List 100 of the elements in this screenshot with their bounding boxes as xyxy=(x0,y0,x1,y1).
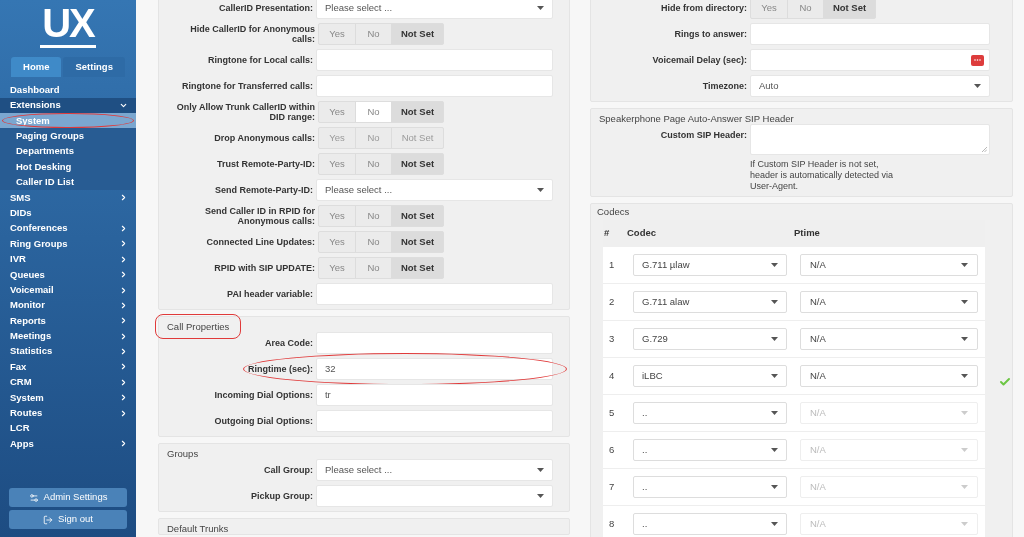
sidebar-tab[interactable]: Home xyxy=(11,57,62,78)
input-field[interactable]: tr xyxy=(316,384,553,406)
select-field[interactable]: Auto xyxy=(750,75,990,97)
toggle-option[interactable]: Not Set xyxy=(391,206,443,226)
input-field[interactable] xyxy=(316,332,553,354)
menu-item[interactable]: CRM xyxy=(0,374,136,391)
submenu-item[interactable]: Hot Desking xyxy=(0,159,136,175)
submenu-item[interactable]: Paging Groups xyxy=(0,128,136,144)
text-area[interactable] xyxy=(750,124,990,155)
codec-select[interactable]: .. xyxy=(633,439,787,461)
options-button[interactable] xyxy=(971,54,984,66)
section-title: Call Properties xyxy=(166,321,231,332)
menu-item[interactable]: Meetings xyxy=(0,328,136,344)
row-number: 2 xyxy=(608,294,616,309)
ptime-select[interactable]: N/A xyxy=(800,328,978,350)
chevron-right-icon xyxy=(119,439,128,449)
caret-icon xyxy=(771,337,778,341)
menu-item[interactable]: DIDs xyxy=(0,205,136,221)
select-field[interactable]: Please select ... xyxy=(316,179,553,201)
menu-item[interactable]: Extensions xyxy=(0,97,136,114)
caret-icon xyxy=(771,522,778,526)
codec-select[interactable]: iLBC xyxy=(633,365,787,387)
toggle-option[interactable]: Not Set xyxy=(391,232,443,252)
field-label: PAI header variable: xyxy=(226,289,313,299)
ptime-select[interactable]: N/A xyxy=(800,254,978,276)
sidebar-button[interactable]: Admin Settings xyxy=(9,488,127,507)
select-field[interactable]: Please select ... xyxy=(316,459,553,481)
input-field[interactable] xyxy=(316,49,553,71)
row-number: 1 xyxy=(608,257,616,272)
field-label: Ringtone for Local calls: xyxy=(206,55,313,65)
codec-select[interactable]: G.711 alaw xyxy=(633,291,787,313)
field-label: Outgoing Dial Options: xyxy=(213,416,313,426)
field-label: Hide CallerID for Anonymous calls: xyxy=(189,24,315,44)
menu-item[interactable]: Ring Groups xyxy=(0,236,136,252)
caret-icon xyxy=(771,300,778,304)
menu-item[interactable]: Conferences xyxy=(0,220,136,237)
sidebar-button[interactable]: Sign out xyxy=(9,510,127,529)
row-number: 8 xyxy=(608,516,616,531)
column-header: # xyxy=(603,226,611,241)
input-field[interactable] xyxy=(750,23,990,45)
field-label: Pickup Group: xyxy=(249,491,313,501)
menu-item[interactable]: Routes xyxy=(0,405,136,421)
field-label: Send Remote-Party-ID: xyxy=(213,185,313,195)
caret-icon xyxy=(771,411,778,415)
caret-icon xyxy=(771,263,778,267)
field-label: Voicemail Delay (sec): xyxy=(651,55,747,65)
submenu-item[interactable]: Caller ID List xyxy=(0,174,136,190)
section-title: Speakerphone Page Auto-Answer SIP Header xyxy=(598,113,795,124)
menu-item[interactable]: Fax xyxy=(0,359,136,375)
field-label: Only Allow Trunk CallerID within DID range: xyxy=(175,102,315,122)
toggle-option[interactable]: Not Set xyxy=(391,154,443,174)
codec-select[interactable]: .. xyxy=(633,402,787,424)
menu-item[interactable]: SMS xyxy=(0,190,136,206)
row-number: 6 xyxy=(608,442,616,457)
caret-icon xyxy=(961,411,968,415)
menu-item[interactable]: Statistics xyxy=(0,343,136,360)
menu-item[interactable]: Monitor xyxy=(0,297,136,314)
caret-icon xyxy=(961,448,968,452)
caret-icon xyxy=(961,300,968,304)
field-label: RPID with SIP UPDATE: xyxy=(213,263,315,273)
menu-item[interactable]: IVR xyxy=(0,251,136,267)
menu-item[interactable]: LCR xyxy=(0,420,136,437)
codec-select[interactable]: .. xyxy=(633,513,787,535)
input-field[interactable] xyxy=(316,283,553,305)
toggle-option[interactable]: No xyxy=(355,102,391,122)
input-field[interactable]: 32 xyxy=(316,358,553,380)
menu-item[interactable]: Apps xyxy=(0,436,136,452)
menu-item[interactable]: Queues xyxy=(0,266,136,283)
row-number: 4 xyxy=(608,368,616,383)
codec-select[interactable]: G.711 µlaw xyxy=(633,254,787,276)
caret-icon xyxy=(771,485,778,489)
menu-item[interactable]: Voicemail xyxy=(0,282,136,298)
field-label: Ringtime (sec): xyxy=(246,364,313,374)
input-field[interactable] xyxy=(316,75,553,97)
toggle-option[interactable]: Not Set xyxy=(823,0,875,18)
menu-item[interactable]: Dashboard xyxy=(0,82,136,98)
toggle-option[interactable]: Not Set xyxy=(391,24,443,44)
select-field[interactable]: Please select ... xyxy=(316,0,553,19)
section-title: Codecs xyxy=(597,206,631,217)
column-header: Codec xyxy=(627,226,658,241)
codec-select[interactable]: G.729 xyxy=(633,328,787,350)
toggle-option[interactable]: Not Set xyxy=(391,258,443,278)
submenu-item[interactable]: Departments xyxy=(0,143,136,160)
menu-item[interactable]: Reports xyxy=(0,313,136,329)
toggle-option[interactable]: Not Set xyxy=(391,102,443,122)
row-number: 5 xyxy=(608,405,616,420)
ptime-select[interactable]: N/A xyxy=(800,365,978,387)
caret-icon xyxy=(961,263,968,267)
input-field[interactable] xyxy=(750,49,990,71)
ptime-select[interactable]: N/A xyxy=(800,291,978,313)
column-header: Ptime xyxy=(794,226,820,241)
codec-select[interactable]: .. xyxy=(633,476,787,498)
sidebar-tab[interactable]: Settings xyxy=(63,57,125,78)
menu-item[interactable]: System xyxy=(0,390,136,406)
caret-icon xyxy=(537,6,544,10)
select-field[interactable] xyxy=(316,485,553,507)
field-label: Send Caller ID in RPID for Anonymous calls: xyxy=(203,206,315,226)
caret-icon xyxy=(537,494,544,498)
input-field[interactable] xyxy=(316,410,553,432)
field-label: Hide from directory: xyxy=(660,3,747,13)
